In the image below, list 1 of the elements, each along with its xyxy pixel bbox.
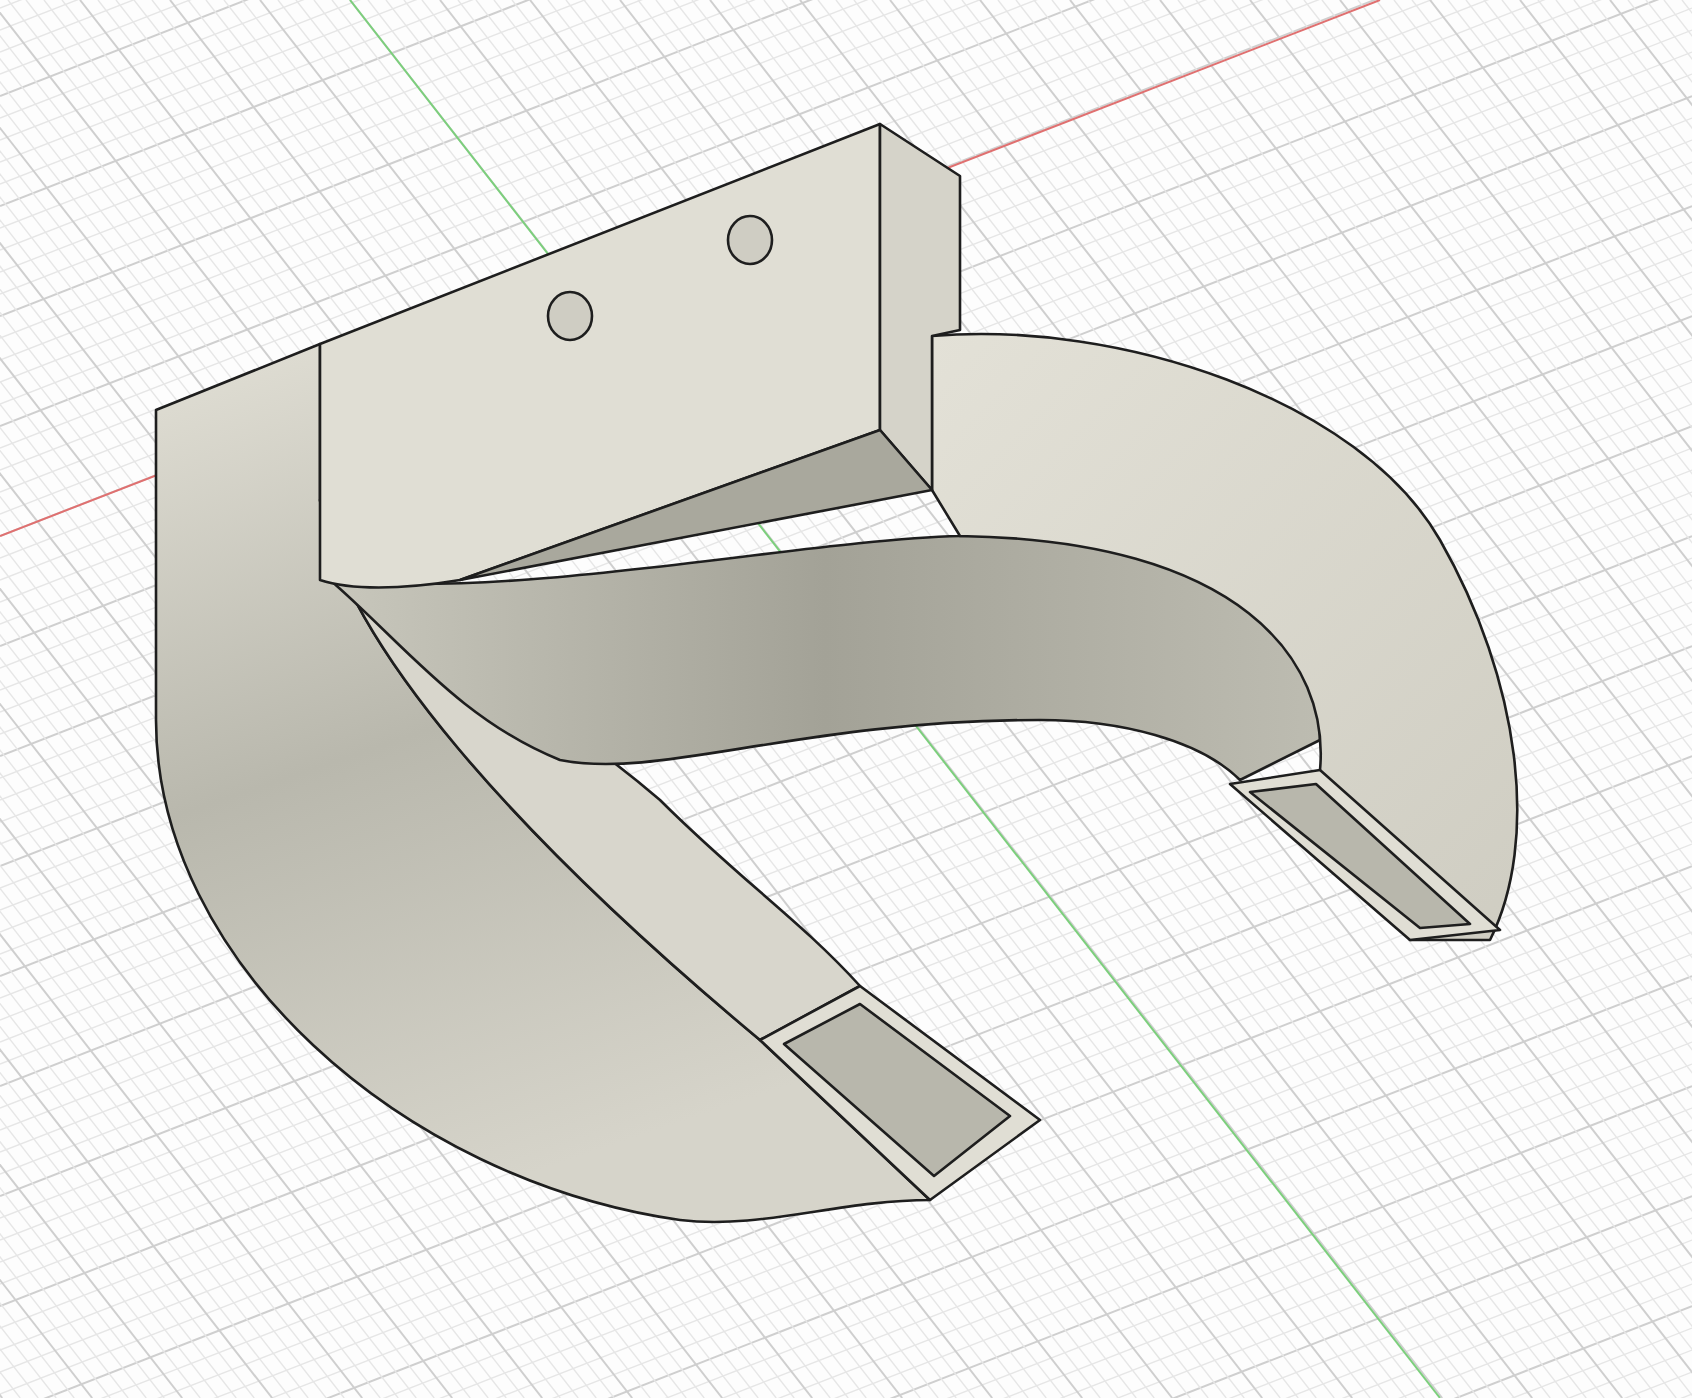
cad-part-drawing[interactable] [154,122,1519,1224]
